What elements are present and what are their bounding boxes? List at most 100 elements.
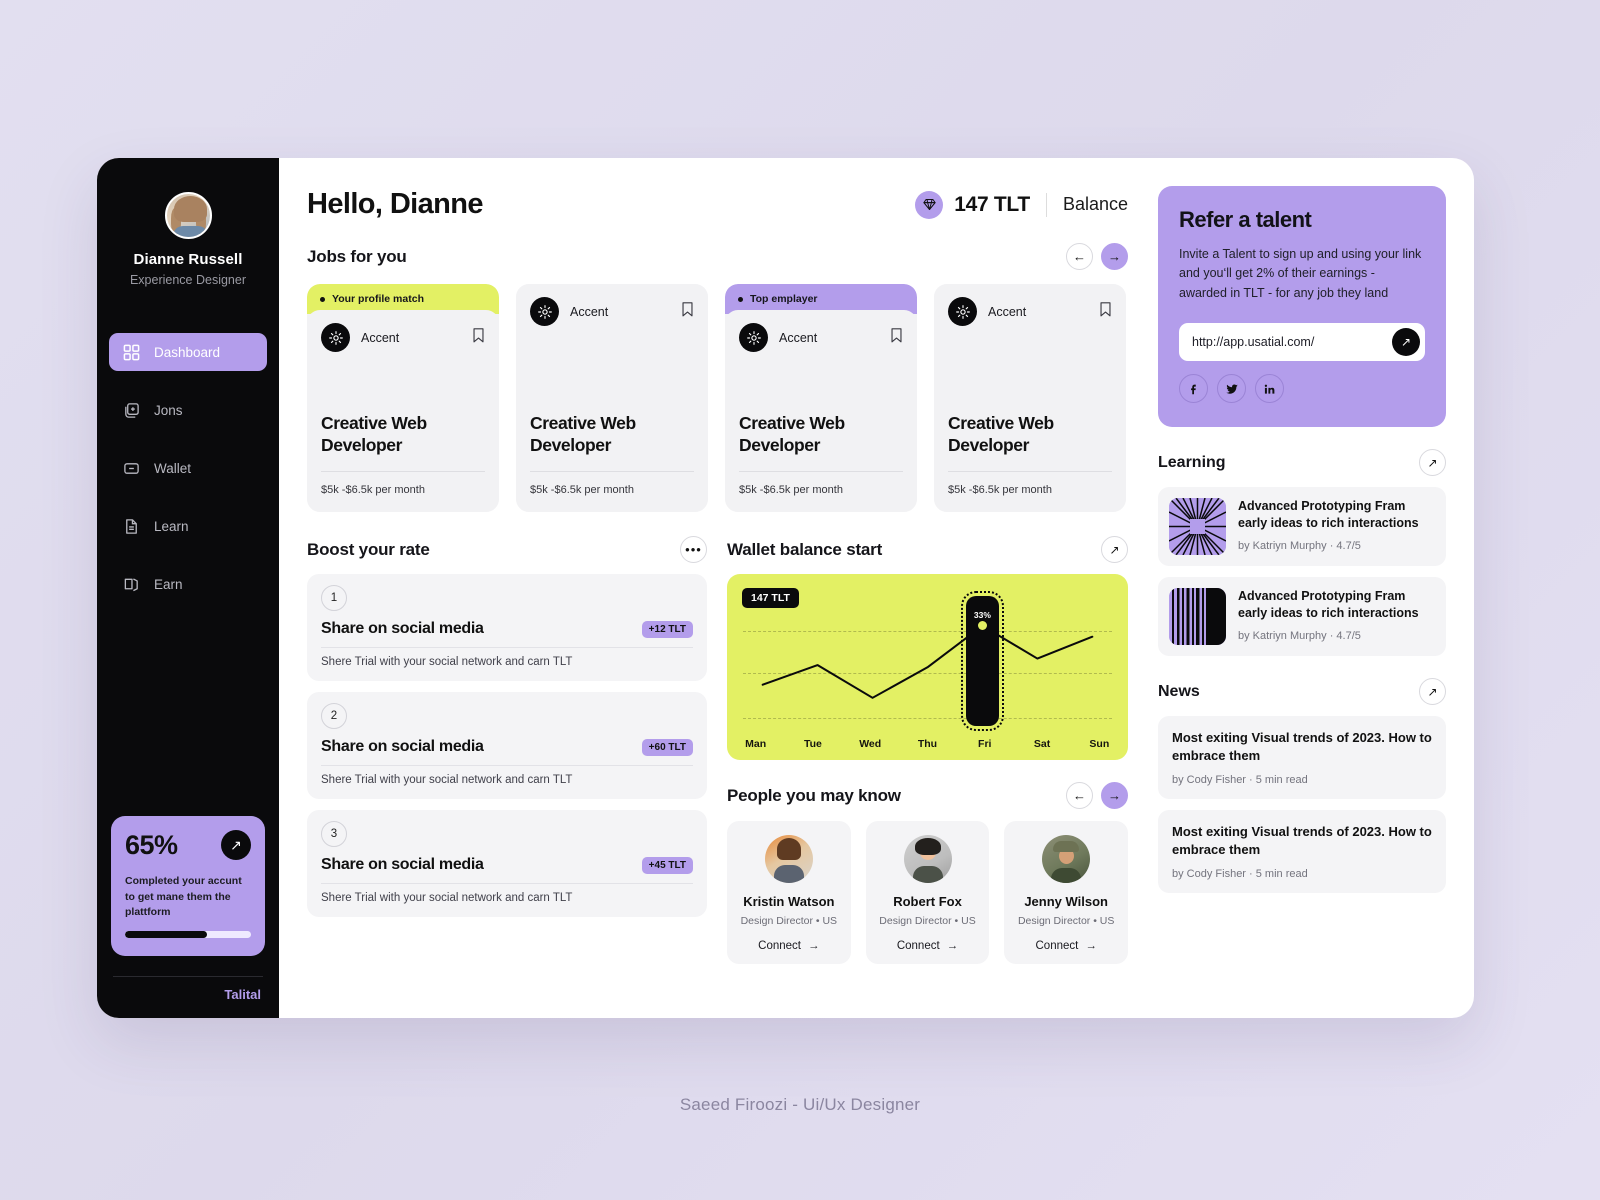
learning-item[interactable]: Advanced Prototyping Fram early ideas to… [1158,577,1446,657]
facebook-icon[interactable] [1179,374,1208,404]
news-item-title: Most exiting Visual trends of 2023. How … [1172,824,1432,857]
people-prev-button[interactable]: ← [1066,782,1093,809]
news-item[interactable]: Most exiting Visual trends of 2023. How … [1158,810,1446,893]
job-ribbon-label: Your profile match [332,293,424,305]
bullet-icon [738,296,743,302]
job-pay: $5k -$6.5k per month [530,484,634,496]
job-card-body: Accent Creative Web Developer $5k -$6.5k… [307,310,499,512]
completion-progress-bar [125,931,251,938]
people-title: People you may know [727,785,901,805]
news-item[interactable]: Most exiting Visual trends of 2023. How … [1158,716,1446,799]
jobs-next-button[interactable]: → [1101,243,1128,270]
news-item-meta: by Cody Fisher · 5 min read [1172,774,1308,786]
boost-item-title: Share on social media [321,738,484,755]
job-company: Accent [779,330,818,345]
divider [530,471,694,472]
boost-item[interactable]: 3 Share on social media +45 TLT Shere Tr… [307,810,707,917]
social-share-row [1179,374,1425,404]
copy-icon [123,576,140,593]
divider [321,471,485,472]
boost-item-subtitle: Shere Trial with your social network and… [321,892,573,904]
person-card[interactable]: Jenny Wilson Design Director • US Connec… [1004,821,1129,964]
sun-icon [530,297,559,326]
sun-icon [739,323,768,352]
page-root: Dianne Russell Experience Designer Dashb… [0,0,1600,1200]
sidebar-item-label: Learn [154,518,189,534]
sidebar-item-wallet[interactable]: Wallet [109,449,267,487]
job-card[interactable]: Accent Creative Web Developer $5k -$6.5k… [934,284,1126,512]
referral-link-box[interactable]: http://app.usatial.com/ ↗ [1179,323,1425,362]
sidebar-item-jons[interactable]: Jons [109,391,267,429]
person-card[interactable]: Kristin Watson Design Director • US Conn… [727,821,851,964]
profile-completion-card[interactable]: 65% ↗ Completed your accunt to get mane … [111,816,265,956]
sidebar-item-label: Dashboard [154,344,221,360]
boost-item[interactable]: 1 Share on social media +12 TLT Shere Tr… [307,574,707,681]
boost-section: Boost your rate ••• 1 Share on social me… [307,532,707,964]
bookmark-icon[interactable] [681,301,694,323]
connect-button[interactable]: Connect → [737,940,841,952]
center-column: Hello, Dianne 147 TLT Balance Jobs for y… [279,158,1144,1018]
mid-row: Boost your rate ••• 1 Share on social me… [307,532,1129,964]
connect-label: Connect [896,940,940,952]
divider [1045,192,1047,217]
job-pay: $5k -$6.5k per month [321,484,425,496]
boost-item[interactable]: 2 Share on social media +60 TLT Shere Tr… [307,692,707,799]
job-company: Accent [361,330,400,345]
app-window: Dianne Russell Experience Designer Dashb… [97,158,1474,1018]
learning-item[interactable]: Advanced Prototyping Fram early ideas to… [1158,487,1446,567]
avatar [164,192,212,239]
sidebar-item-dashboard[interactable]: Dashboard [109,333,267,371]
wallet-chart[interactable]: 147 TLT 33% Man Tue Wed Thu Fri Sat Sun [727,574,1128,760]
jobs-prev-button[interactable]: ← [1066,243,1093,270]
chart-line-path [761,624,1094,699]
boost-item-row: Share on social media +60 TLT [321,738,693,756]
balance-widget[interactable]: 147 TLT Balance [915,190,1128,219]
bookmark-icon[interactable] [1099,301,1112,323]
linkedin-icon[interactable] [1255,374,1284,404]
person-name: Jenny Wilson [1024,894,1109,909]
job-card-header: Accent [948,297,1112,326]
job-company: Accent [988,304,1027,319]
chart-x-tick: Sat [1033,738,1051,750]
sidebar-item-learn[interactable]: Learn [109,507,267,545]
chart-x-tick: Sun [1089,738,1110,750]
boost-header: Boost your rate ••• [307,536,707,563]
divider [321,647,693,648]
person-card[interactable]: Robert Fox Design Director • US Connect … [865,821,990,964]
learning-expand-button[interactable]: ↗ [1419,449,1446,477]
learning-item-title: Advanced Prototyping Fram early ideas to… [1238,589,1419,620]
learning-header: Learning ↗ [1158,449,1446,477]
chart-x-tick: Fri [978,738,992,750]
job-card[interactable]: Top emplayer Accent Creative Web Develop… [725,284,917,512]
sidebar: Dianne Russell Experience Designer Dashb… [97,158,279,1018]
avatar [764,835,813,883]
refer-description: Invite a Talent to sign up and using you… [1179,247,1422,300]
boost-more-button[interactable]: ••• [680,536,707,563]
news-header: News ↗ [1158,678,1446,706]
people-next-button[interactable]: → [1101,782,1128,809]
sidebar-user-name: Dianne Russell [133,251,243,268]
twitter-icon[interactable] [1217,374,1246,404]
wallet-expand-button[interactable]: ↗ [1101,536,1128,563]
job-title: Creative Web Developer [739,412,845,455]
bookmark-icon[interactable] [472,327,485,349]
job-card[interactable]: Accent Creative Web Developer $5k -$6.5k… [516,284,708,512]
right-rail: Refer a talent Invite a Talent to sign u… [1144,158,1474,1018]
learning-title: Learning [1158,453,1226,471]
person-name: Robert Fox [893,894,962,909]
job-pay: $5k -$6.5k per month [739,484,843,496]
bookmark-icon[interactable] [890,327,903,349]
arrow-up-right-icon[interactable]: ↗ [221,830,251,860]
connect-button[interactable]: Connect → [1014,940,1118,952]
news-expand-button[interactable]: ↗ [1419,678,1446,706]
connect-button[interactable]: Connect → [876,940,980,952]
sidebar-item-earn[interactable]: Earn [109,565,267,603]
boost-title: Boost your rate [307,539,430,559]
sidebar-item-label: Jons [154,402,183,418]
main-area: Hello, Dianne 147 TLT Balance Jobs for y… [279,158,1474,1018]
arrow-right-icon: → [808,940,820,952]
job-card[interactable]: Your profile match Accent Creative Web D… [307,284,499,512]
divider [321,765,693,766]
job-title: Creative Web Developer [321,412,427,455]
arrow-up-right-icon[interactable]: ↗ [1392,328,1420,357]
